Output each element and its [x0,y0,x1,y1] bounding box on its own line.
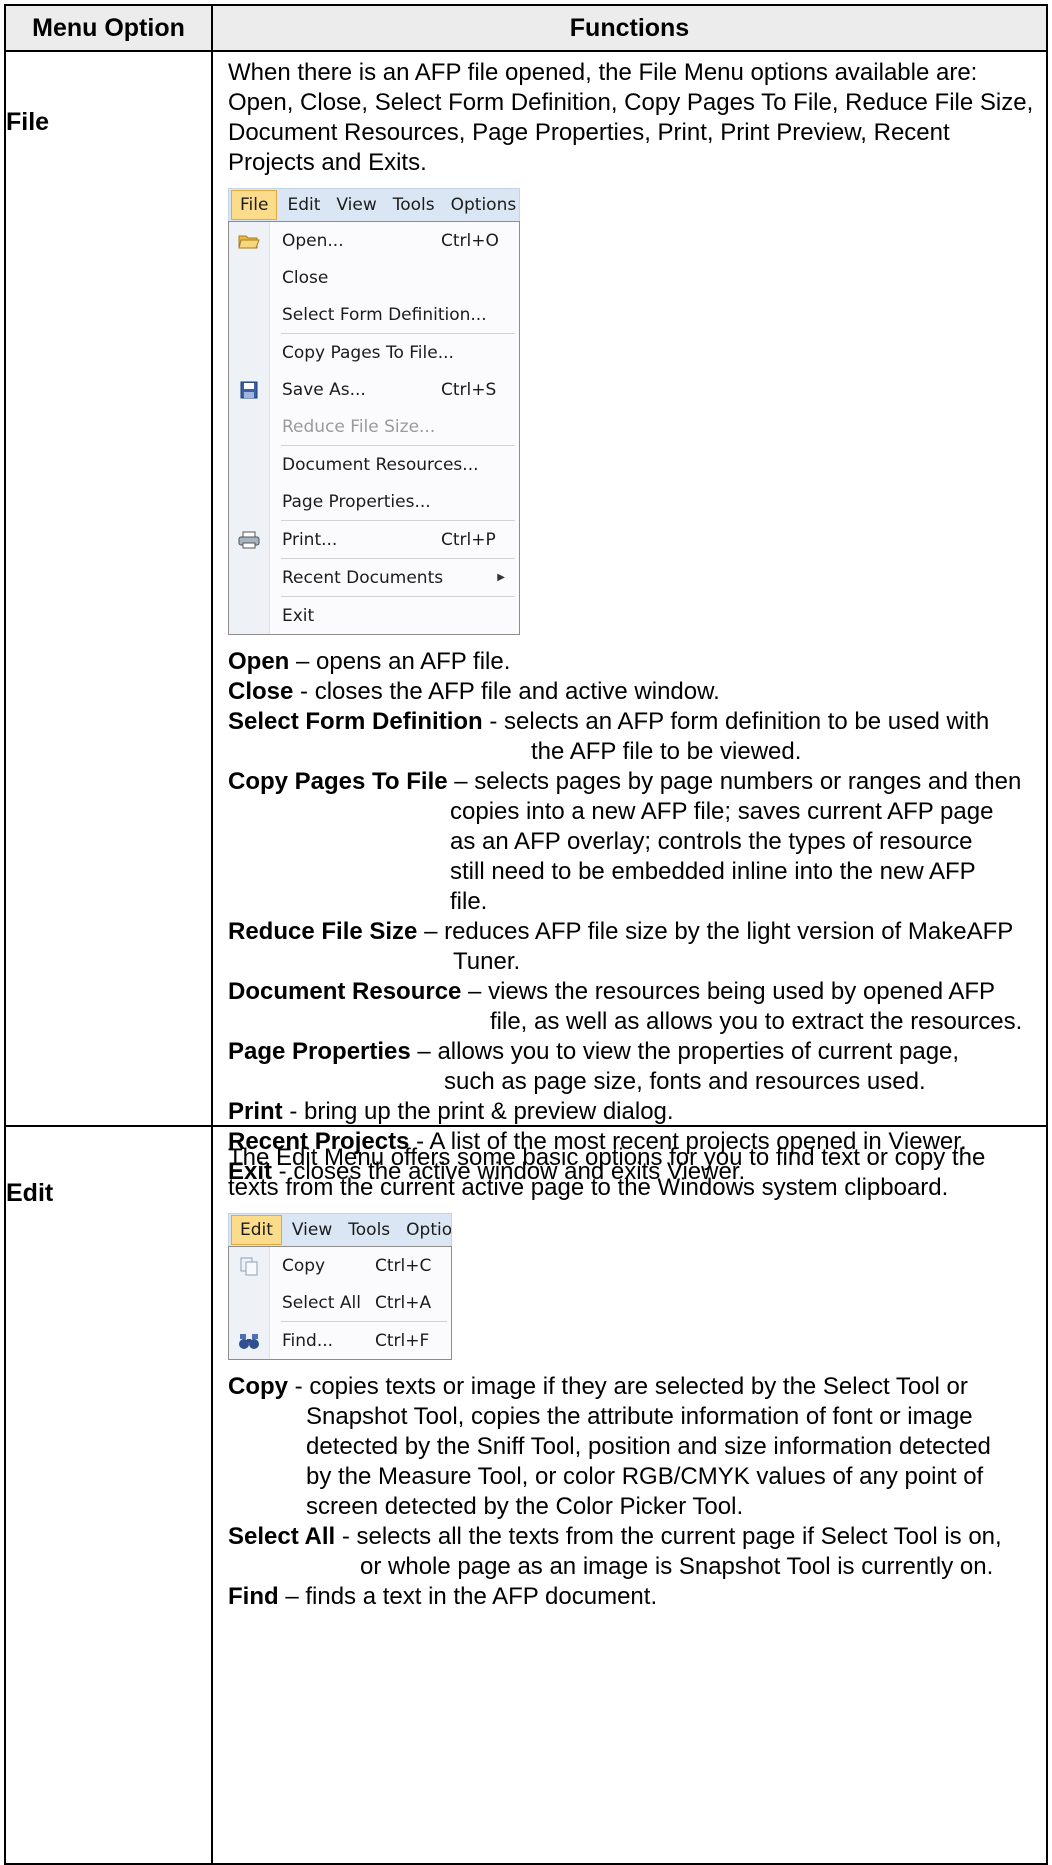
file-intro-text: When there is an AFP file opened, the Fi… [228,59,1034,176]
edit-menubar: Edit View Tools Optior [228,1213,452,1246]
menu-item-exit[interactable]: Exit [229,597,519,634]
chevron-right-icon: ▶ [497,571,505,583]
edit-dropdown: Copy Ctrl+C Select All Ctrl+A Find... Ct… [228,1246,452,1360]
header-menu-option: Menu Option [4,4,213,52]
menu-item-find[interactable]: Find... Ctrl+F [229,1322,451,1359]
entry-reduce-file-size: Reduce File Size – reduces AFP file size… [228,918,1014,975]
binoculars-icon [229,1332,269,1350]
option-cell-edit: Edit [4,1125,213,1865]
functions-cell-file: When there is an AFP file opened, the Fi… [211,50,1048,1185]
menubar-edit[interactable]: Edit [279,189,328,221]
entry-copy-pages-to-file: Copy Pages To File – selects pages by pa… [228,768,1022,915]
edit-entries: Copy - copies texts or image if they are… [228,1372,1036,1612]
menubar-tools[interactable]: Tools [385,189,443,221]
entry-close: Close - closes the AFP file and active w… [228,678,720,705]
menu-item-page-properties[interactable]: Page Properties... [229,483,519,520]
file-dropdown: Open... Ctrl+O Close Select Form Definit… [228,221,520,635]
edit-menu-screenshot: Edit View Tools Optior Copy Ctrl+C [228,1213,452,1360]
entry-find: Find – finds a text in the AFP document. [228,1583,658,1610]
table-row-edit: Edit The Edit Menu offers some basic opt… [4,1125,1048,1865]
menubar-view[interactable]: View [284,1214,340,1246]
entry-page-properties: Page Properties – allows you to view the… [228,1038,960,1095]
menu-options-table: Menu Option Functions File When there is… [4,4,1048,1865]
folder-open-icon [229,232,269,250]
menubar-edit[interactable]: Edit [231,1215,282,1245]
entry-select-form-definition: Select Form Definition - selects an AFP … [228,708,990,765]
edit-intro-text: The Edit Menu offers some basic options … [228,1144,986,1201]
menu-item-close[interactable]: Close [229,259,519,296]
file-menu-screenshot: File Edit View Tools Options Open... Ctr… [228,188,520,635]
menu-item-recent-documents[interactable]: Recent Documents ▶ [229,559,519,596]
option-label-edit: Edit [6,1179,54,1207]
menubar-tools[interactable]: Tools [340,1214,398,1246]
menu-item-print[interactable]: Print... Ctrl+P [229,521,519,558]
menu-item-copy-pages-to-file[interactable]: Copy Pages To File... [229,334,519,371]
menu-item-open[interactable]: Open... Ctrl+O [229,222,519,259]
entry-print: Print - bring up the print & preview dia… [228,1098,674,1125]
menu-item-copy[interactable]: Copy Ctrl+C [229,1247,451,1284]
option-cell-file: File [4,50,213,1127]
entry-open: Open – opens an AFP file. [228,648,511,675]
menubar-options[interactable]: Optior [398,1214,451,1246]
table-header-row: Menu Option Functions [4,4,1048,52]
entry-copy: Copy - copies texts or image if they are… [228,1373,991,1520]
header-functions: Functions [211,4,1048,52]
printer-icon [229,531,269,549]
menubar-view[interactable]: View [328,189,384,221]
option-label-file: File [6,108,50,136]
functions-cell-edit: The Edit Menu offers some basic options … [211,1125,1048,1865]
menu-item-select-all[interactable]: Select All Ctrl+A [229,1284,451,1321]
entry-select-all: Select All - selects all the texts from … [228,1523,1002,1580]
menu-item-select-form-definition[interactable]: Select Form Definition... [229,296,519,333]
menubar-file[interactable]: File [231,190,278,220]
menu-item-reduce-file-size[interactable]: Reduce File Size... [229,408,519,445]
floppy-disk-icon [229,381,269,399]
entry-document-resource: Document Resource – views the resources … [228,978,1023,1035]
menubar-options[interactable]: Options [443,189,525,221]
menu-item-document-resources[interactable]: Document Resources... [229,446,519,483]
menu-item-save-as[interactable]: Save As... Ctrl+S [229,371,519,408]
copy-icon [229,1256,269,1276]
file-menubar: File Edit View Tools Options [228,188,520,221]
table-row-file: File When there is an AFP file opened, t… [4,50,1048,1185]
file-entries: Open – opens an AFP file. Close - closes… [228,647,1036,1187]
